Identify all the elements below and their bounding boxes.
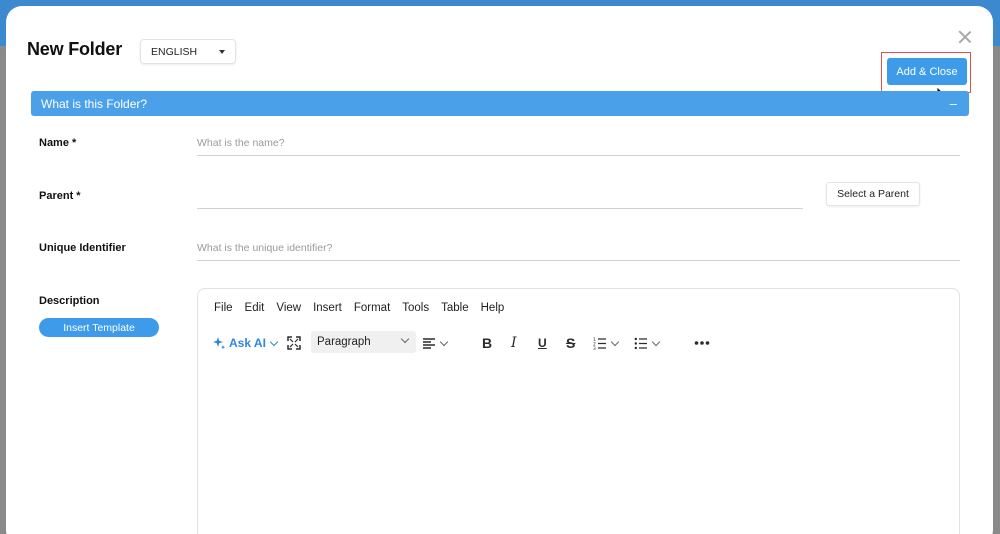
modal-title: New Folder xyxy=(27,39,123,59)
rich-text-editor: File Edit View Insert Format Tools Table… xyxy=(197,288,960,534)
editor-content-area[interactable] xyxy=(199,363,959,534)
menu-insert[interactable]: Insert xyxy=(313,302,342,314)
chevron-down-icon xyxy=(439,337,449,346)
select-parent-button[interactable]: Select a Parent xyxy=(826,182,920,206)
description-label: Description xyxy=(39,295,100,307)
chevron-down-icon xyxy=(651,337,661,346)
block-format-value: Paragraph xyxy=(317,336,371,348)
section-title: What is this Folder? xyxy=(41,96,148,111)
menu-help[interactable]: Help xyxy=(481,302,505,314)
sparkle-icon xyxy=(213,337,225,350)
menu-edit[interactable]: Edit xyxy=(245,302,265,314)
fullscreen-button[interactable] xyxy=(287,331,301,355)
editor-menubar: File Edit View Insert Format Tools Table… xyxy=(214,302,516,314)
align-button[interactable] xyxy=(422,331,449,355)
italic-icon[interactable]: I xyxy=(511,331,517,355)
editor-toolbar: Ask AI Paragraph B I U S 1 2 3 xyxy=(212,331,952,355)
fullscreen-icon xyxy=(287,336,301,350)
align-left-icon xyxy=(423,338,435,349)
chevron-down-icon xyxy=(269,337,279,346)
numbered-list-icon: 1 2 3 xyxy=(593,337,606,350)
language-select-value: ENGLISH xyxy=(151,45,198,58)
underline-icon[interactable]: U xyxy=(538,331,547,355)
menu-table[interactable]: Table xyxy=(441,302,469,314)
caret-down-icon xyxy=(219,50,225,54)
section-header[interactable]: What is this Folder? – xyxy=(31,91,969,116)
menu-format[interactable]: Format xyxy=(354,302,390,314)
bold-icon[interactable]: B xyxy=(482,331,492,355)
more-horizontal-icon xyxy=(694,341,710,345)
menu-file[interactable]: File xyxy=(214,302,233,314)
close-icon[interactable] xyxy=(956,28,974,46)
bullet-list-button[interactable] xyxy=(634,331,661,355)
strikethrough-icon[interactable]: S xyxy=(566,331,575,355)
insert-template-button[interactable]: Insert Template xyxy=(39,318,159,337)
parent-label: Parent * xyxy=(39,190,81,202)
unique-identifier-label: Unique Identifier xyxy=(39,242,126,254)
menu-tools[interactable]: Tools xyxy=(402,302,429,314)
chevron-down-icon xyxy=(610,337,620,346)
menu-view[interactable]: View xyxy=(276,302,301,314)
svg-text:3: 3 xyxy=(593,346,596,350)
bullet-list-icon xyxy=(634,337,647,350)
new-folder-modal: New Folder ENGLISH Add & Close What is t… xyxy=(6,6,993,534)
ask-ai-label: Ask AI xyxy=(229,336,266,350)
name-label: Name * xyxy=(39,137,77,149)
chevron-down-icon xyxy=(400,334,410,344)
numbered-list-button[interactable]: 1 2 3 xyxy=(593,331,620,355)
add-and-close-button[interactable]: Add & Close xyxy=(887,58,967,85)
collapse-icon[interactable]: – xyxy=(950,96,957,111)
more-options-button[interactable] xyxy=(694,331,710,355)
block-format-select[interactable]: Paragraph xyxy=(311,331,416,353)
name-input[interactable] xyxy=(197,137,960,156)
ask-ai-button[interactable]: Ask AI xyxy=(212,331,279,355)
parent-input[interactable] xyxy=(197,190,803,209)
language-select[interactable]: ENGLISH xyxy=(140,39,236,64)
unique-identifier-input[interactable] xyxy=(197,242,960,261)
